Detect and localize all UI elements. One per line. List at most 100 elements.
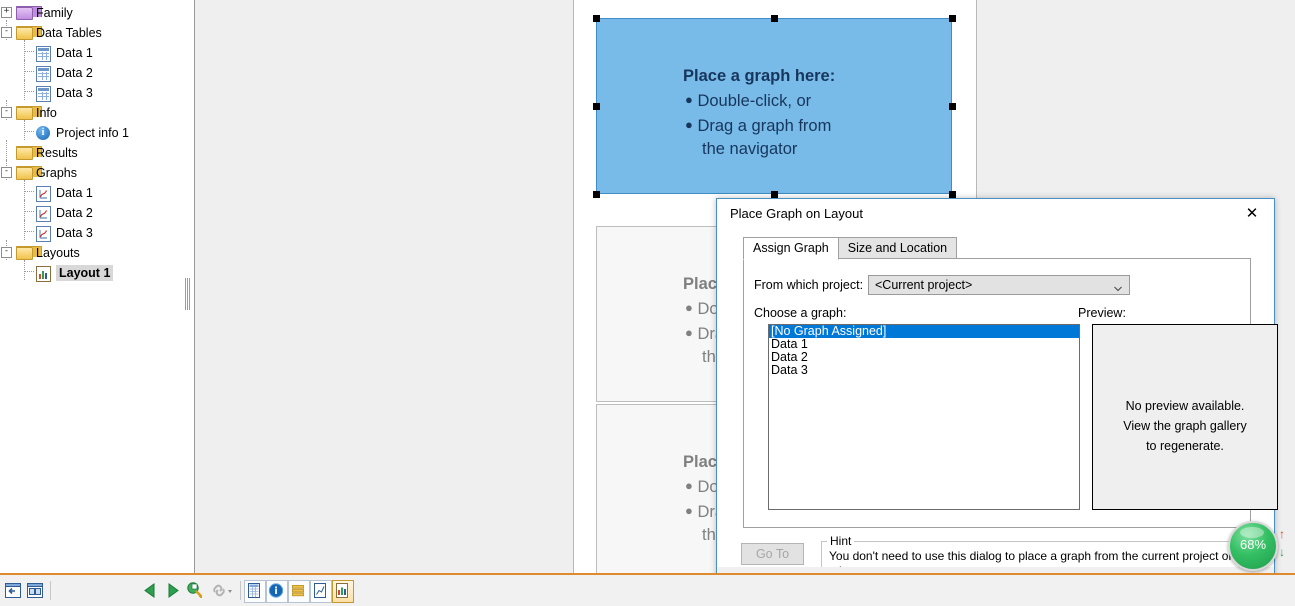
resize-handle-s[interactable] [771, 191, 778, 198]
tree-node-label[interactable]: Data 2 [56, 66, 93, 80]
choose-a-graph-label: Choose a graph: [754, 306, 847, 320]
tree-expander[interactable]: - [1, 167, 12, 178]
graph-list-item[interactable]: Data 3 [769, 364, 1079, 377]
toolbar-separator-1 [50, 581, 51, 600]
navigator-panel[interactable]: + Family - Data Tables Data 1 Data 2 Data 3 - In… [0, 0, 183, 573]
application-window: + Family - Data Tables Data 1 Data 2 Data 3- In… [0, 0, 1295, 606]
info-icon: i [36, 126, 50, 140]
tree-node-label[interactable]: Family [36, 6, 73, 20]
tree-node-label[interactable]: Layouts [36, 246, 80, 260]
back-arrow-icon[interactable] [141, 580, 161, 601]
zoom-level-badge[interactable]: 68% [1228, 521, 1278, 571]
dialog-titlebar[interactable]: Place Graph on Layout ✕ [717, 199, 1274, 229]
placeholder-bullet-2-cont: the navigator [702, 140, 798, 158]
resize-handle-ne[interactable] [949, 15, 956, 22]
tree-connector [6, 140, 7, 160]
tree-connector [24, 71, 34, 72]
tree-expander[interactable]: - [1, 107, 12, 118]
tree-node-icon [16, 166, 42, 180]
tree-node-label[interactable]: Results [36, 146, 78, 160]
graph-list-item[interactable]: Data 2 [769, 351, 1079, 364]
resize-handle-w[interactable] [593, 103, 600, 110]
tree-node-icon [36, 186, 52, 202]
project-select[interactable]: <Current project> [868, 275, 1130, 295]
preview-box: No preview available. View the graph gal… [1092, 324, 1278, 510]
tree-node-label[interactable]: Project info 1 [56, 126, 129, 140]
tree-node-label[interactable]: Data 1 [56, 46, 93, 60]
resize-handle-sw[interactable] [593, 191, 600, 198]
zoom-out-icon[interactable]: ↓ [1277, 546, 1287, 559]
hint-legend: Hint [827, 534, 855, 548]
graph-placeholder-1[interactable]: Place a graph here: ● Double-click, or ●… [596, 18, 952, 194]
tree-expander[interactable]: - [1, 27, 12, 38]
folder-purple-icon [16, 6, 42, 20]
dialog-tabstrip[interactable]: Assign Graph Size and Location [743, 237, 958, 260]
folder-yellow-icon [16, 166, 42, 180]
resize-handle-se[interactable] [949, 191, 956, 198]
tree-node-label[interactable]: Data 2 [56, 206, 93, 220]
tree-node-label[interactable]: Data 3 [56, 226, 93, 240]
magnifier-key-icon[interactable] [185, 580, 205, 601]
tree-node-icon [36, 86, 52, 102]
placeholder-text-1: Place a graph here: ● Double-click, or ●… [683, 65, 835, 161]
tree-node-label[interactable]: Data 1 [56, 186, 93, 200]
tree-connector [24, 211, 34, 212]
tree-expander[interactable]: - [1, 247, 12, 258]
tree-node-label[interactable]: Graphs [36, 166, 77, 180]
tree-expander[interactable]: + [1, 7, 12, 18]
graph-list-item[interactable]: [No Graph Assigned] [769, 325, 1079, 338]
resize-handle-n[interactable] [771, 15, 778, 22]
tree-node-icon [36, 46, 52, 62]
graph-icon [36, 186, 51, 202]
resize-handle-nw[interactable] [593, 15, 600, 22]
tree-connector [24, 80, 25, 100]
assign-graph-pane: From which project: <Current project> Ch… [743, 258, 1278, 528]
info-sheet-icon[interactable] [266, 580, 288, 603]
layout-icon [36, 266, 51, 282]
tree-connector [24, 120, 25, 140]
tree-node-icon [36, 226, 52, 242]
placeholder-bullet-1: ● Double-click, or [685, 92, 812, 110]
project-select-value: <Current project> [875, 278, 973, 292]
tree-node-icon [36, 66, 52, 82]
close-icon[interactable]: ✕ [1230, 199, 1274, 228]
folder-yellow-icon [16, 26, 42, 40]
tree-connector [24, 271, 34, 272]
tree-connector [24, 91, 34, 92]
tab-size-and-location[interactable]: Size and Location [837, 237, 958, 260]
tree-node-label[interactable]: Data 3 [56, 86, 93, 100]
place-graph-dialog[interactable]: Place Graph on Layout ✕ Assign Graph Size… [716, 198, 1278, 606]
from-which-project-label: From which project: [754, 278, 864, 292]
tree-connector [24, 231, 34, 232]
zoom-in-icon[interactable]: ↑ [1277, 528, 1287, 541]
forward-arrow-icon[interactable] [163, 580, 183, 601]
graph-listbox[interactable]: [No Graph Assigned] Data 1 Data 2 Data 3 [768, 324, 1080, 510]
graph-icon [36, 226, 51, 242]
resize-handle-e[interactable] [949, 103, 956, 110]
graph-icon [36, 206, 51, 222]
graph-list-item[interactable]: Data 1 [769, 338, 1079, 351]
tree-connector [24, 51, 34, 52]
graph-sheet-icon[interactable] [310, 580, 332, 603]
tree-node-icon [16, 26, 42, 40]
results-sheet-icon[interactable] [288, 580, 310, 603]
data-table-sheet-icon[interactable] [244, 580, 266, 603]
bottom-toolbar[interactable]: Layout 1 [0, 573, 1295, 606]
pane-grid-icon[interactable] [25, 580, 45, 601]
placeholder-bullet-2: ● Drag a graph from [685, 117, 832, 135]
tree-node-label[interactable]: Info [36, 106, 57, 120]
tree-connector [24, 191, 34, 192]
chain-link-icon[interactable] [210, 580, 236, 601]
tree-node-label[interactable]: Data Tables [36, 26, 102, 40]
layout-sheet-icon[interactable] [332, 580, 354, 603]
panel-splitter[interactable] [182, 0, 195, 573]
splitter-grip[interactable] [185, 278, 191, 310]
tree-connector [24, 180, 25, 200]
pane-left-icon[interactable] [3, 580, 23, 601]
go-to-button[interactable]: Go To [741, 543, 804, 565]
tree-connector [24, 40, 25, 60]
tree-node-label[interactable]: Layout 1 [56, 265, 114, 281]
dialog-title: Place Graph on Layout [730, 206, 863, 221]
tab-assign-graph[interactable]: Assign Graph [743, 237, 839, 260]
dialog-body: Assign Graph Size and Location From which… [717, 229, 1278, 593]
